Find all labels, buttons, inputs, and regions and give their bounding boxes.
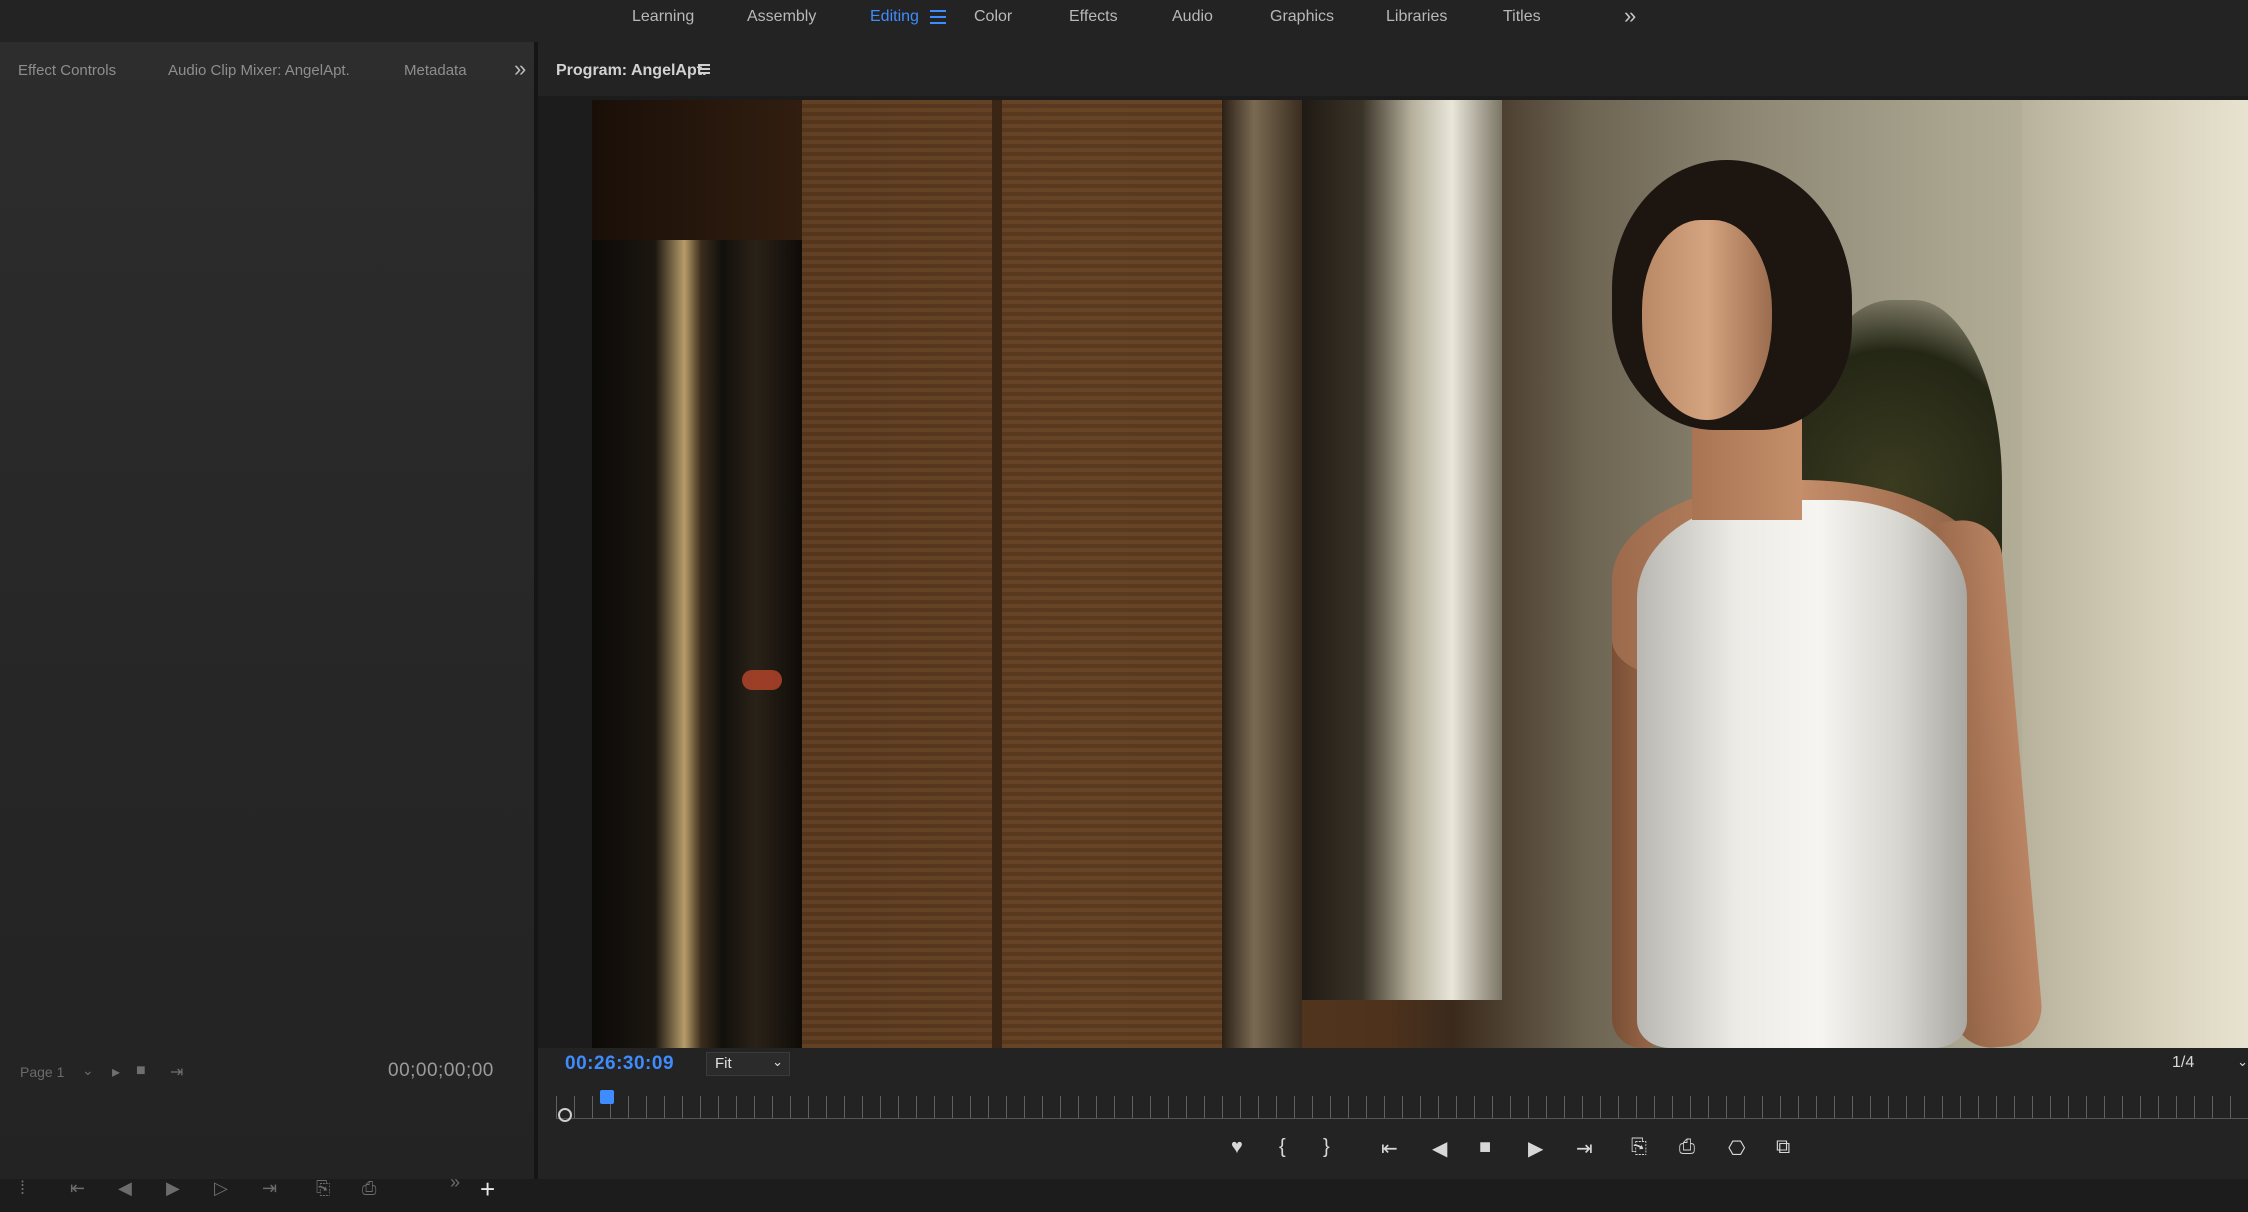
closet-door-frame [992, 100, 1002, 1048]
step-back-icon[interactable]: ◀ [118, 1178, 132, 1199]
louvered-closet-door [802, 100, 1222, 1048]
left-timecode[interactable]: 00;00;00;00 [388, 1060, 494, 1082]
person-face [1642, 220, 1772, 420]
step-back-icon[interactable]: ◀ [1432, 1136, 1447, 1161]
compare-view-icon[interactable]: ⧉ [1776, 1136, 1790, 1159]
workspace-tab-effects[interactable]: Effects [1069, 8, 1118, 26]
right-wall [2022, 100, 2248, 1048]
program-monitor-controls: 00:26:30:09 Fit ⌄ 1/4 ⌄ ♥ { } ⇤ ◀ ■ ▶ ⇥ … [538, 1048, 2248, 1179]
effect-controls-panel: Effect Controls Audio Clip Mixer: AngelA… [0, 42, 534, 1204]
playhead[interactable] [599, 1090, 614, 1104]
doorway-frame [1222, 100, 1302, 1048]
go-to-out-icon[interactable]: ⇥ [1576, 1136, 1593, 1161]
extract-icon[interactable]: ⎙ [1679, 1136, 1695, 1159]
panel-menu-icon[interactable] [698, 62, 710, 76]
go-to-out-icon[interactable]: ⇥ [262, 1178, 277, 1199]
workspace-tab-learning[interactable]: Learning [632, 8, 694, 26]
marker-icon[interactable]: ⁞ [20, 1178, 25, 1199]
workspace-tab-editing[interactable]: Editing [870, 8, 919, 26]
audio-mixer-controls: Page 1 ⌄ ▸ ■ ⇥ 00;00;00;00 [20, 1052, 520, 1092]
panel-more-icon[interactable]: » [514, 56, 526, 82]
mark-in-icon[interactable]: { [1279, 1136, 1286, 1159]
workspace-bar: Learning Assembly Editing Color Effects … [0, 0, 2248, 42]
refrigerator-light [742, 670, 782, 690]
mark-out-icon[interactable]: } [1323, 1136, 1330, 1159]
transport-more-icon[interactable]: » [450, 1172, 460, 1193]
workspace-tab-titles[interactable]: Titles [1503, 8, 1541, 26]
left-panel-tabs: Effect Controls Audio Clip Mixer: AngelA… [0, 42, 534, 96]
go-to-in-icon[interactable]: ⇤ [1381, 1136, 1398, 1161]
workspace-tab-audio[interactable]: Audio [1172, 8, 1213, 26]
tab-metadata[interactable]: Metadata [404, 62, 467, 79]
ruler-start-handle[interactable] [558, 1108, 572, 1122]
camera-icon[interactable]: ⎔ [1728, 1136, 1745, 1161]
tab-effect-controls[interactable]: Effect Controls [18, 62, 116, 79]
chevron-down-icon[interactable]: ⌄ [82, 1062, 94, 1079]
lift-icon[interactable]: ⎘ [1631, 1136, 1647, 1159]
workspace-tab-assembly[interactable]: Assembly [747, 8, 816, 26]
step-forward-icon[interactable]: ▶ [1528, 1136, 1543, 1161]
add-marker-icon[interactable]: ♥ [1231, 1136, 1243, 1159]
chevron-down-icon: ⌄ [2237, 1054, 2248, 1069]
insert-icon[interactable]: ⎘ [316, 1178, 330, 1199]
chevron-down-icon: ⌄ [772, 1054, 783, 1069]
play-small-icon[interactable]: ▸ [112, 1062, 120, 1082]
step-forward-icon[interactable]: ▷ [214, 1178, 228, 1199]
loop-icon[interactable]: ⇥ [170, 1062, 183, 1082]
zoom-level-select[interactable]: Fit ⌄ [706, 1052, 790, 1076]
refrigerator [592, 240, 802, 1048]
zoom-level-value: Fit [715, 1055, 732, 1072]
left-transport-controls: ⁞ ⇤ ◀ ▶ ▷ ⇥ ⎘ ⎙ » + [10, 1172, 520, 1212]
workspace-tab-color[interactable]: Color [974, 8, 1012, 26]
playback-resolution-select[interactable]: 1/4 ⌄ [2172, 1054, 2248, 1074]
stop-icon[interactable]: ■ [1479, 1136, 1491, 1159]
panel-divider[interactable] [534, 42, 538, 1179]
workspace-tab-libraries[interactable]: Libraries [1386, 8, 1447, 26]
workspace-menu-icon[interactable] [930, 6, 946, 26]
go-to-in-icon[interactable]: ⇤ [70, 1178, 85, 1199]
white-dress [1637, 500, 1967, 1048]
play-icon[interactable]: ▶ [166, 1178, 180, 1199]
page-selector[interactable]: Page 1 [20, 1064, 64, 1080]
workspace-tab-graphics[interactable]: Graphics [1270, 8, 1334, 26]
time-ruler-baseline [556, 1118, 2248, 1119]
tab-audio-clip-mixer[interactable]: Audio Clip Mixer: AngelApt. [168, 62, 350, 79]
double-chevron-right-icon[interactable]: » [1624, 3, 1636, 29]
stop-small-icon[interactable]: ■ [136, 1062, 146, 1080]
program-monitor-title[interactable]: Program: AngelApt. [556, 62, 707, 80]
resolution-value: 1/4 [2172, 1054, 2195, 1071]
program-video-frame[interactable] [592, 100, 2248, 1048]
overwrite-icon[interactable]: ⎙ [362, 1178, 376, 1199]
playhead-timecode[interactable]: 00:26:30:09 [565, 1053, 674, 1075]
time-ruler[interactable] [556, 1096, 2248, 1118]
program-monitor-header: Program: AngelApt. [538, 42, 2248, 96]
glass-door [1302, 100, 1502, 1000]
